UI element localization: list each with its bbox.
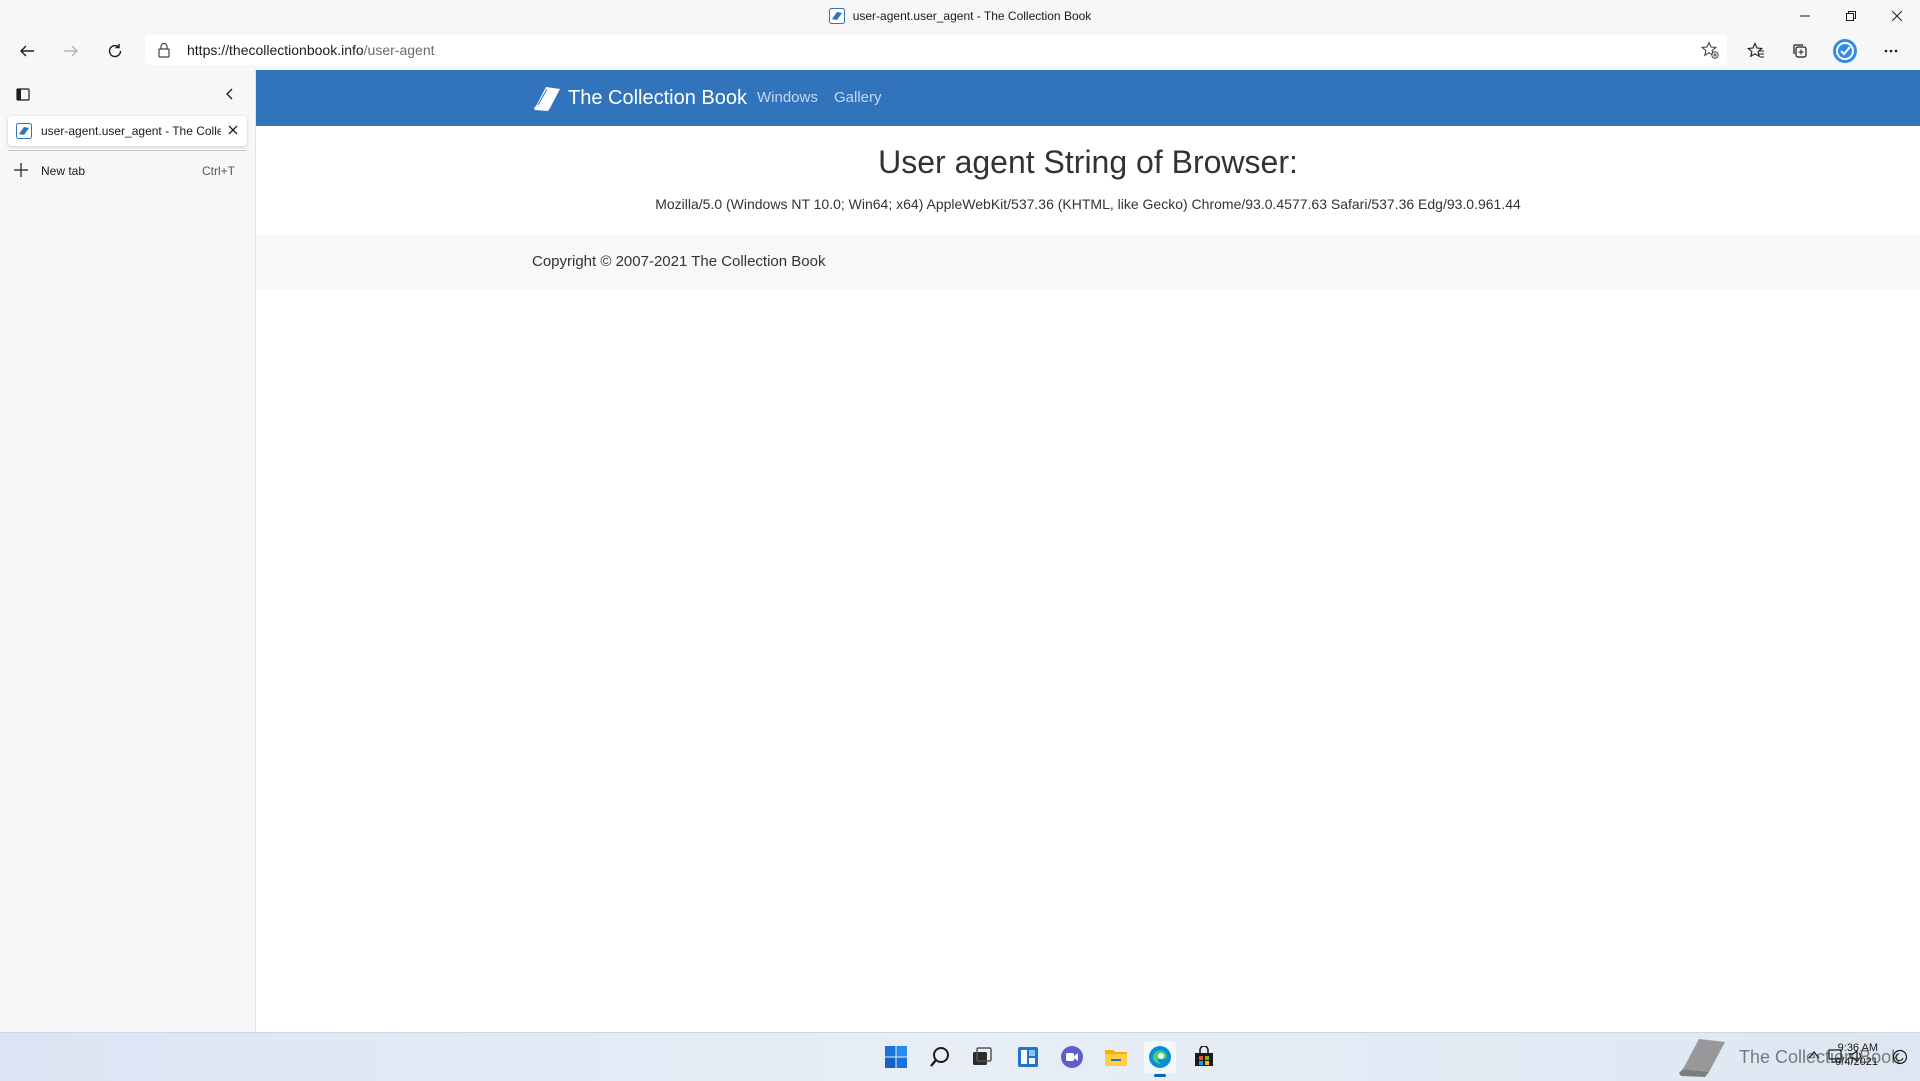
site-favicon-icon bbox=[16, 123, 32, 139]
close-window-button[interactable] bbox=[1874, 0, 1920, 32]
page-heading: User agent String of Browser: bbox=[878, 144, 1298, 180]
collections-button[interactable] bbox=[1784, 35, 1816, 67]
extension-profile-icon bbox=[1833, 39, 1857, 63]
file-explorer-icon[interactable] bbox=[1100, 1041, 1132, 1073]
minimize-button[interactable] bbox=[1782, 0, 1828, 32]
minimize-icon bbox=[1800, 15, 1810, 17]
taskbar: The Collection Book 9:36 AM 9/4/2021 bbox=[0, 1032, 1920, 1081]
window-title: user-agent.user_agent - The Collection B… bbox=[0, 0, 1920, 32]
site-brand-link[interactable]: The Collection Book bbox=[532, 70, 747, 126]
tab-user-agent[interactable]: user-agent.user_agent - The Collection B… bbox=[8, 116, 247, 146]
tab-actions-button[interactable] bbox=[7, 78, 39, 110]
new-tab-button[interactable]: New tab Ctrl+T bbox=[8, 156, 247, 186]
window-title-text: user-agent.user_agent - The Collection B… bbox=[852, 9, 1092, 23]
close-icon bbox=[1892, 11, 1902, 21]
chevron-up-icon[interactable] bbox=[1808, 1050, 1820, 1060]
widgets-icon[interactable] bbox=[1012, 1041, 1044, 1073]
new-tab-shortcut: Ctrl+T bbox=[202, 164, 235, 178]
refresh-button[interactable] bbox=[99, 35, 131, 67]
site-brand-text: The Collection Book bbox=[568, 86, 747, 109]
vertical-tabs-pane: user-agent.user_agent - The Collection B… bbox=[0, 70, 256, 1032]
more-dots-icon bbox=[1884, 49, 1898, 53]
clock-date: 9/4/2021 bbox=[1835, 1056, 1878, 1068]
store-icon[interactable] bbox=[1188, 1041, 1220, 1073]
chat-icon[interactable] bbox=[1056, 1041, 1088, 1073]
search-icon[interactable] bbox=[924, 1041, 956, 1073]
nav-link-gallery[interactable]: Gallery bbox=[834, 70, 882, 126]
refresh-icon bbox=[108, 44, 122, 58]
extension-button[interactable] bbox=[1829, 35, 1861, 67]
user-agent-section: User agent String of Browser: Mozilla/5.… bbox=[256, 126, 1920, 235]
window-title-bar: user-agent.user_agent - The Collection B… bbox=[0, 0, 1920, 32]
favorites-button[interactable] bbox=[1740, 35, 1772, 67]
clock-time: 9:36 AM bbox=[1837, 1042, 1878, 1054]
tab-title: user-agent.user_agent - The Collection B… bbox=[41, 124, 221, 138]
edge-icon[interactable] bbox=[1144, 1041, 1176, 1077]
settings-more-button[interactable] bbox=[1875, 35, 1907, 67]
url-text[interactable]: https://thecollectionbook.info/user-agen… bbox=[187, 35, 435, 65]
site-favicon-icon bbox=[828, 8, 845, 24]
forward-button[interactable] bbox=[55, 35, 87, 67]
arrow-left-icon bbox=[20, 45, 34, 57]
arrow-right-icon bbox=[64, 45, 78, 57]
url-path: /user-agent bbox=[363, 42, 435, 58]
notification-icon[interactable] bbox=[1892, 1049, 1908, 1065]
add-favorite-icon[interactable] bbox=[1701, 41, 1719, 59]
plus-icon bbox=[14, 163, 28, 177]
book-logo-icon bbox=[532, 84, 562, 112]
taskbar-clock[interactable]: 9:36 AM 9/4/2021 bbox=[1835, 1041, 1878, 1069]
windows-start-icon[interactable] bbox=[880, 1041, 912, 1073]
nav-link-windows[interactable]: Windows bbox=[757, 70, 818, 126]
favorites-star-icon bbox=[1747, 42, 1764, 58]
tab-actions-icon bbox=[16, 88, 30, 101]
site-navbar: The Collection Book Windows Gallery bbox=[256, 70, 1920, 126]
copyright-text: Copyright © 2007-2021 The Collection Boo… bbox=[532, 253, 826, 270]
close-tab-icon[interactable] bbox=[227, 124, 239, 136]
web-page: The Collection Book Windows Gallery User… bbox=[256, 70, 1920, 1032]
browser-toolbar: https://thecollectionbook.info/user-agen… bbox=[0, 32, 1920, 70]
site-footer: Copyright © 2007-2021 The Collection Boo… bbox=[256, 235, 1920, 289]
vertical-tabs-header bbox=[0, 70, 255, 118]
chevron-left-icon bbox=[226, 88, 233, 100]
url-host: https://thecollectionbook.info bbox=[187, 42, 364, 58]
back-button[interactable] bbox=[11, 35, 43, 67]
address-bar[interactable]: https://thecollectionbook.info/user-agen… bbox=[145, 35, 1727, 65]
watermark-book-icon bbox=[1675, 1035, 1729, 1079]
restore-icon bbox=[1846, 11, 1856, 21]
lock-icon[interactable] bbox=[157, 42, 171, 58]
task-view-icon[interactable] bbox=[966, 1041, 998, 1073]
new-tab-label: New tab bbox=[41, 164, 86, 178]
collections-icon bbox=[1793, 44, 1807, 58]
collapse-pane-button[interactable] bbox=[214, 78, 246, 110]
restore-button[interactable] bbox=[1828, 0, 1874, 32]
tab-divider bbox=[8, 150, 247, 151]
user-agent-string: Mozilla/5.0 (Windows NT 10.0; Win64; x64… bbox=[655, 196, 1521, 212]
